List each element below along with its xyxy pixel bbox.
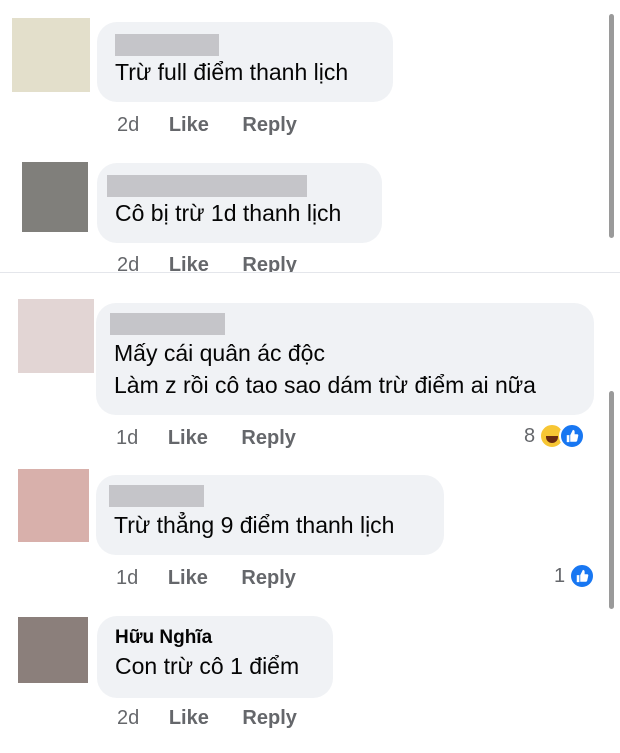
comment: Trừ thẳng 9 điểm thanh lịch 1d Like Repl… bbox=[0, 463, 620, 603]
comment: Hữu Nghĩa Con trừ cô 1 điểm 2d Like Repl… bbox=[0, 603, 620, 753]
scrollbar[interactable] bbox=[609, 14, 614, 238]
like-button[interactable]: Like bbox=[169, 707, 209, 730]
comment-bubble: Trừ full điểm thanh lịch bbox=[97, 22, 393, 102]
comment-text: Trừ thẳng 9 điểm thanh lịch bbox=[114, 512, 395, 538]
comment: Trừ full điểm thanh lịch 2d Like Reply bbox=[0, 0, 620, 140]
avatar[interactable] bbox=[12, 18, 90, 92]
like-button[interactable]: Like bbox=[168, 567, 208, 590]
name-redaction bbox=[107, 175, 307, 197]
comment-bubble: Hữu Nghĩa Con trừ cô 1 điểm bbox=[97, 616, 333, 698]
reply-button[interactable]: Reply bbox=[241, 427, 295, 450]
reply-button[interactable]: Reply bbox=[242, 707, 296, 730]
scrollbar[interactable] bbox=[609, 391, 614, 609]
avatar[interactable] bbox=[18, 469, 89, 542]
comment-actions: 2d Like Reply bbox=[117, 254, 325, 272]
comment-actions: 1d Like Reply bbox=[116, 427, 324, 450]
like-button[interactable]: Like bbox=[169, 114, 209, 137]
comment-actions: 2d Like Reply bbox=[117, 114, 325, 137]
comment: Cô bị trừ 1d thanh lịch 2d Like Reply bbox=[0, 140, 620, 272]
comment-actions: 2d Like Reply bbox=[117, 707, 325, 730]
name-redaction bbox=[109, 485, 204, 507]
comment-text: Con trừ cô 1 điểm bbox=[115, 653, 300, 679]
like-icon bbox=[559, 423, 586, 449]
reply-button[interactable]: Reply bbox=[241, 567, 295, 590]
comments-panel-bottom: Mấy cái quân ác độc Làm z rồi cô tao sao… bbox=[0, 272, 620, 753]
like-button[interactable]: Like bbox=[168, 427, 208, 450]
comment-text-line: Mấy cái quân ác độc bbox=[114, 340, 325, 366]
comment-actions: 1d Like Reply bbox=[116, 567, 324, 590]
like-icon bbox=[569, 563, 596, 589]
reaction-summary[interactable]: 1 bbox=[554, 563, 596, 589]
reaction-count: 8 bbox=[524, 424, 536, 447]
name-redaction bbox=[110, 313, 225, 335]
comment-text: Trừ full điểm thanh lịch bbox=[115, 59, 349, 85]
comment-timestamp[interactable]: 2d bbox=[117, 254, 139, 272]
comment-timestamp[interactable]: 1d bbox=[116, 427, 138, 450]
comments-panel-top: Trừ full điểm thanh lịch 2d Like Reply C… bbox=[0, 0, 620, 272]
commenter-name[interactable]: Hữu Nghĩa bbox=[115, 626, 317, 650]
comment-timestamp[interactable]: 2d bbox=[117, 707, 139, 730]
comment-timestamp[interactable]: 1d bbox=[116, 567, 138, 590]
comment: Mấy cái quân ác độc Làm z rồi cô tao sao… bbox=[0, 273, 620, 463]
comment-text-line: Làm z rồi cô tao sao dám trừ điểm ai nữa bbox=[114, 372, 536, 398]
comment-bubble: Cô bị trừ 1d thanh lịch bbox=[97, 163, 382, 243]
reaction-count: 1 bbox=[554, 564, 566, 587]
comment-bubble: Mấy cái quân ác độc Làm z rồi cô tao sao… bbox=[96, 303, 594, 415]
avatar[interactable] bbox=[22, 162, 88, 232]
comment-bubble: Trừ thẳng 9 điểm thanh lịch bbox=[96, 475, 444, 555]
avatar[interactable] bbox=[18, 617, 88, 683]
name-redaction bbox=[115, 34, 219, 56]
like-button[interactable]: Like bbox=[169, 254, 209, 272]
reply-button[interactable]: Reply bbox=[242, 114, 296, 137]
avatar[interactable] bbox=[18, 299, 94, 373]
comment-timestamp[interactable]: 2d bbox=[117, 114, 139, 137]
reply-button[interactable]: Reply bbox=[242, 254, 296, 272]
reaction-summary[interactable]: 8 bbox=[524, 423, 586, 449]
comment-text: Cô bị trừ 1d thanh lịch bbox=[115, 200, 342, 226]
